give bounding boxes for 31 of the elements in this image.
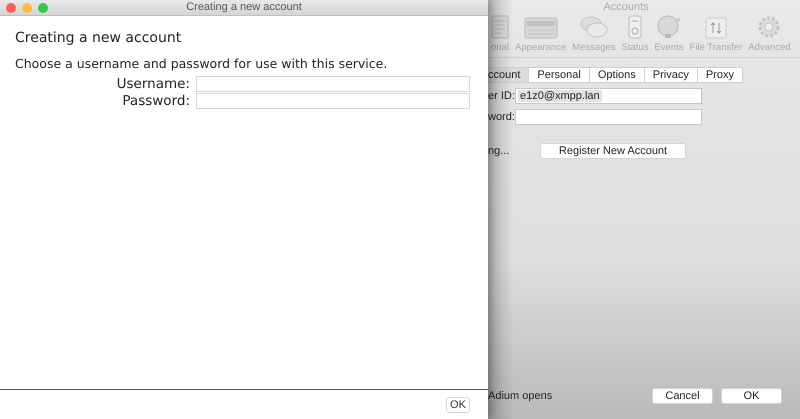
transfer-icon — [704, 17, 727, 39]
settings-icon — [757, 15, 782, 39]
footer-text: Adium opens — [488, 390, 552, 402]
field-label: Password: — [121, 93, 190, 109]
speech-bubbles-icon — [580, 15, 608, 39]
tab[interactable]: Proxy — [698, 67, 743, 83]
instructions-text: Choose a username and password for use with this service. — [15, 56, 388, 71]
dialog-button[interactable]: Cancel — [652, 388, 713, 404]
ok-button[interactable]: OK — [446, 396, 470, 412]
document-icon — [491, 15, 509, 39]
register-button[interactable]: Register New Account — [540, 143, 686, 159]
tab[interactable]: Personal — [529, 67, 590, 83]
field-label: Username: — [116, 76, 190, 92]
input-field[interactable] — [196, 76, 470, 92]
tab[interactable]: Privacy — [644, 67, 698, 83]
input-field[interactable] — [515, 109, 702, 125]
tab[interactable]: Options — [590, 67, 645, 83]
close-icon[interactable] — [6, 2, 16, 12]
window-title: Creating a new account — [186, 0, 302, 15]
window-icon — [524, 17, 558, 39]
window-title: Accounts — [602, 0, 650, 15]
input-field[interactable] — [196, 93, 470, 109]
status-icon — [628, 15, 642, 39]
tab[interactable]: ccount — [488, 67, 530, 83]
minimize-icon[interactable] — [22, 2, 32, 12]
bell-icon — [656, 15, 682, 39]
status-text: ng... — [488, 145, 510, 157]
zoom-icon[interactable] — [38, 2, 48, 12]
dialog-button[interactable]: OK — [721, 388, 782, 404]
dialog-heading: Creating a new account — [15, 30, 182, 46]
input-field[interactable]: e1z0@xmpp.lan — [515, 88, 702, 104]
